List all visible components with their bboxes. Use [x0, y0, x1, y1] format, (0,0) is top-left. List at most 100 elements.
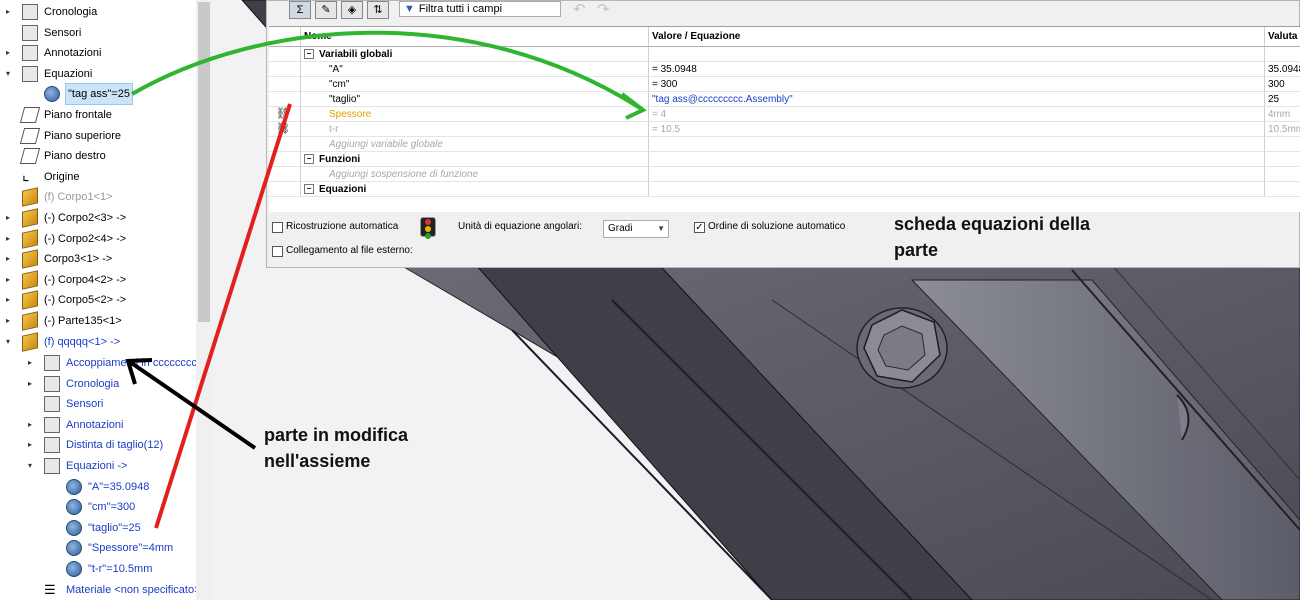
empty-cell[interactable]	[1265, 137, 1300, 152]
tree-item[interactable]: ▸ (-) Corpo2<4> ->	[0, 228, 196, 249]
chevron-down-icon[interactable]: ▾	[3, 332, 13, 352]
column-header-value[interactable]: Valore / Equazione	[649, 27, 1265, 47]
empty-cell[interactable]	[1265, 167, 1300, 182]
variable-value[interactable]: = 4	[649, 107, 1265, 122]
chevron-right-icon[interactable]: ▸	[3, 249, 13, 269]
tree-scrollbar[interactable]	[196, 0, 212, 600]
tree-item[interactable]: ▸ Cronologia	[0, 374, 196, 394]
chevron-right-icon[interactable]: ▸	[25, 374, 35, 394]
header-gutter[interactable]	[269, 27, 301, 47]
external-link-checkbox[interactable]	[272, 246, 283, 257]
equations-view-button[interactable]: Σ	[289, 1, 311, 19]
chevron-right-icon[interactable]: ▸	[3, 270, 13, 290]
row-gutter[interactable]: ⛓	[269, 122, 301, 137]
auto-rebuild-checkbox[interactable]	[272, 222, 283, 233]
collapse-icon[interactable]: −	[304, 49, 314, 60]
row-gutter[interactable]	[269, 47, 301, 62]
tree-item[interactable]: ▸ Annotazioni	[0, 415, 196, 435]
empty-cell[interactable]	[649, 167, 1265, 182]
tree-item[interactable]: ▸ (-) Corpo2<3> ->	[0, 208, 196, 228]
row-gutter[interactable]	[269, 62, 301, 77]
section-header[interactable]: − Variabili globali	[301, 47, 649, 62]
dimension-view-button[interactable]: ◈	[341, 1, 363, 19]
undo-icon[interactable]: ↶	[573, 0, 586, 18]
tree-item[interactable]: Sensori	[0, 394, 196, 414]
auto-solve-checkbox[interactable]: ✓	[694, 222, 705, 233]
variable-eval[interactable]: 25	[1265, 92, 1300, 107]
chevron-right-icon[interactable]: ▸	[25, 353, 35, 373]
tree-item[interactable]: ▾ Equazioni	[0, 64, 196, 84]
tree-item[interactable]: "cm"=300	[0, 497, 196, 517]
tree-item[interactable]: ▸ (-) Corpo5<2> ->	[0, 290, 196, 311]
variable-eval[interactable]: 10.5mm	[1265, 122, 1300, 137]
tree-item[interactable]: (f) Corpo1<1>	[0, 187, 196, 208]
variable-value[interactable]: = 10.5	[649, 122, 1265, 137]
tree-item[interactable]: ☰ Materiale <non specificato>	[0, 580, 201, 600]
variable-name[interactable]: "taglio"	[301, 92, 649, 107]
column-header-eval[interactable]: Valuta	[1265, 27, 1300, 47]
chevron-down-icon[interactable]: ▾	[3, 64, 13, 84]
filter-input[interactable]: ▼ Filtra tutti i campi	[399, 1, 561, 17]
sketch-equations-button[interactable]: ✎	[315, 1, 337, 19]
empty-cell[interactable]	[1265, 182, 1300, 197]
variable-name[interactable]: "cm"	[301, 77, 649, 92]
empty-cell[interactable]	[1265, 47, 1300, 62]
tree-item[interactable]: ▸ Annotazioni	[0, 43, 196, 63]
row-gutter[interactable]	[269, 77, 301, 92]
angular-units-select[interactable]: Gradi ▼	[603, 220, 669, 238]
empty-cell[interactable]	[649, 137, 1265, 152]
tree-item[interactable]: Piano superiore	[0, 126, 196, 146]
chevron-right-icon[interactable]: ▸	[3, 311, 13, 331]
chevron-right-icon[interactable]: ▸	[3, 2, 13, 22]
tree-item[interactable]: "t-r"=10.5mm	[0, 559, 196, 579]
row-gutter[interactable]	[269, 152, 301, 167]
variable-value[interactable]: "tag ass@ccccccccc.Assembly"	[649, 92, 1265, 107]
add-global-variable[interactable]: Aggiungi variabile globale	[301, 137, 649, 152]
variable-name[interactable]: "A"	[301, 62, 649, 77]
tree-item[interactable]: ▸ (-) Corpo4<2> ->	[0, 270, 196, 290]
chevron-right-icon[interactable]: ▸	[25, 415, 35, 435]
rebuild-traffic-light-icon[interactable]	[420, 217, 436, 239]
tree-item[interactable]: "Spessore"=4mm	[0, 538, 196, 558]
redo-icon[interactable]: ↷	[597, 0, 610, 18]
tree-item[interactable]: ▸ Distinta di taglio(12)	[0, 435, 196, 455]
variable-eval[interactable]: 4mm	[1265, 107, 1300, 122]
empty-cell[interactable]	[649, 47, 1265, 62]
tree-item[interactable]: ▸ (-) Parte135<1>	[0, 311, 196, 331]
tree-item[interactable]: Piano frontale	[0, 105, 196, 125]
empty-cell[interactable]	[649, 182, 1265, 197]
tree-item[interactable]: ▸ Corpo3<1> ->	[0, 249, 196, 269]
tree-item[interactable]: "taglio"=25	[0, 518, 196, 538]
row-gutter[interactable]	[269, 182, 301, 197]
tree-item[interactable]: ▸ Cronologia	[0, 2, 196, 22]
ordered-view-button[interactable]: ⇅	[367, 1, 389, 19]
tree-item[interactable]: "tag ass"=25	[0, 83, 196, 106]
tree-item[interactable]: Sensori	[0, 23, 196, 43]
tree-item[interactable]: ▾ (f) qqqqq<1> ->	[0, 331, 196, 352]
section-header[interactable]: − Equazioni	[301, 182, 649, 197]
variable-name[interactable]: Spessore	[301, 107, 649, 122]
variable-eval[interactable]: 35.0948	[1265, 62, 1300, 77]
tree-item[interactable]: Piano destro	[0, 146, 196, 166]
row-gutter[interactable]	[269, 92, 301, 107]
collapse-icon[interactable]: −	[304, 154, 314, 165]
chevron-right-icon[interactable]: ▸	[3, 208, 13, 228]
add-function[interactable]: Aggiungi sospensione di funzione	[301, 167, 649, 182]
tree-item[interactable]: ▸ Accoppiamenti in ccccccccc	[0, 353, 202, 373]
chevron-right-icon[interactable]: ▸	[3, 43, 13, 63]
empty-cell[interactable]	[649, 152, 1265, 167]
chevron-right-icon[interactable]: ▸	[3, 290, 13, 310]
collapse-icon[interactable]: −	[304, 184, 314, 195]
tree-item[interactable]: ▾ Equazioni ->	[0, 456, 196, 476]
variable-value[interactable]: = 35.0948	[649, 62, 1265, 77]
tree-item[interactable]: "A"=35.0948	[0, 477, 196, 497]
row-gutter[interactable]	[269, 137, 301, 152]
chevron-right-icon[interactable]: ▸	[25, 435, 35, 455]
empty-cell[interactable]	[1265, 152, 1300, 167]
column-header-name[interactable]: Nome	[301, 27, 649, 47]
chevron-down-icon[interactable]: ▾	[25, 456, 35, 476]
variable-name[interactable]: t-r	[301, 122, 649, 137]
section-header[interactable]: − Funzioni	[301, 152, 649, 167]
variable-eval[interactable]: 300	[1265, 77, 1300, 92]
scrollbar-thumb[interactable]	[198, 2, 210, 322]
